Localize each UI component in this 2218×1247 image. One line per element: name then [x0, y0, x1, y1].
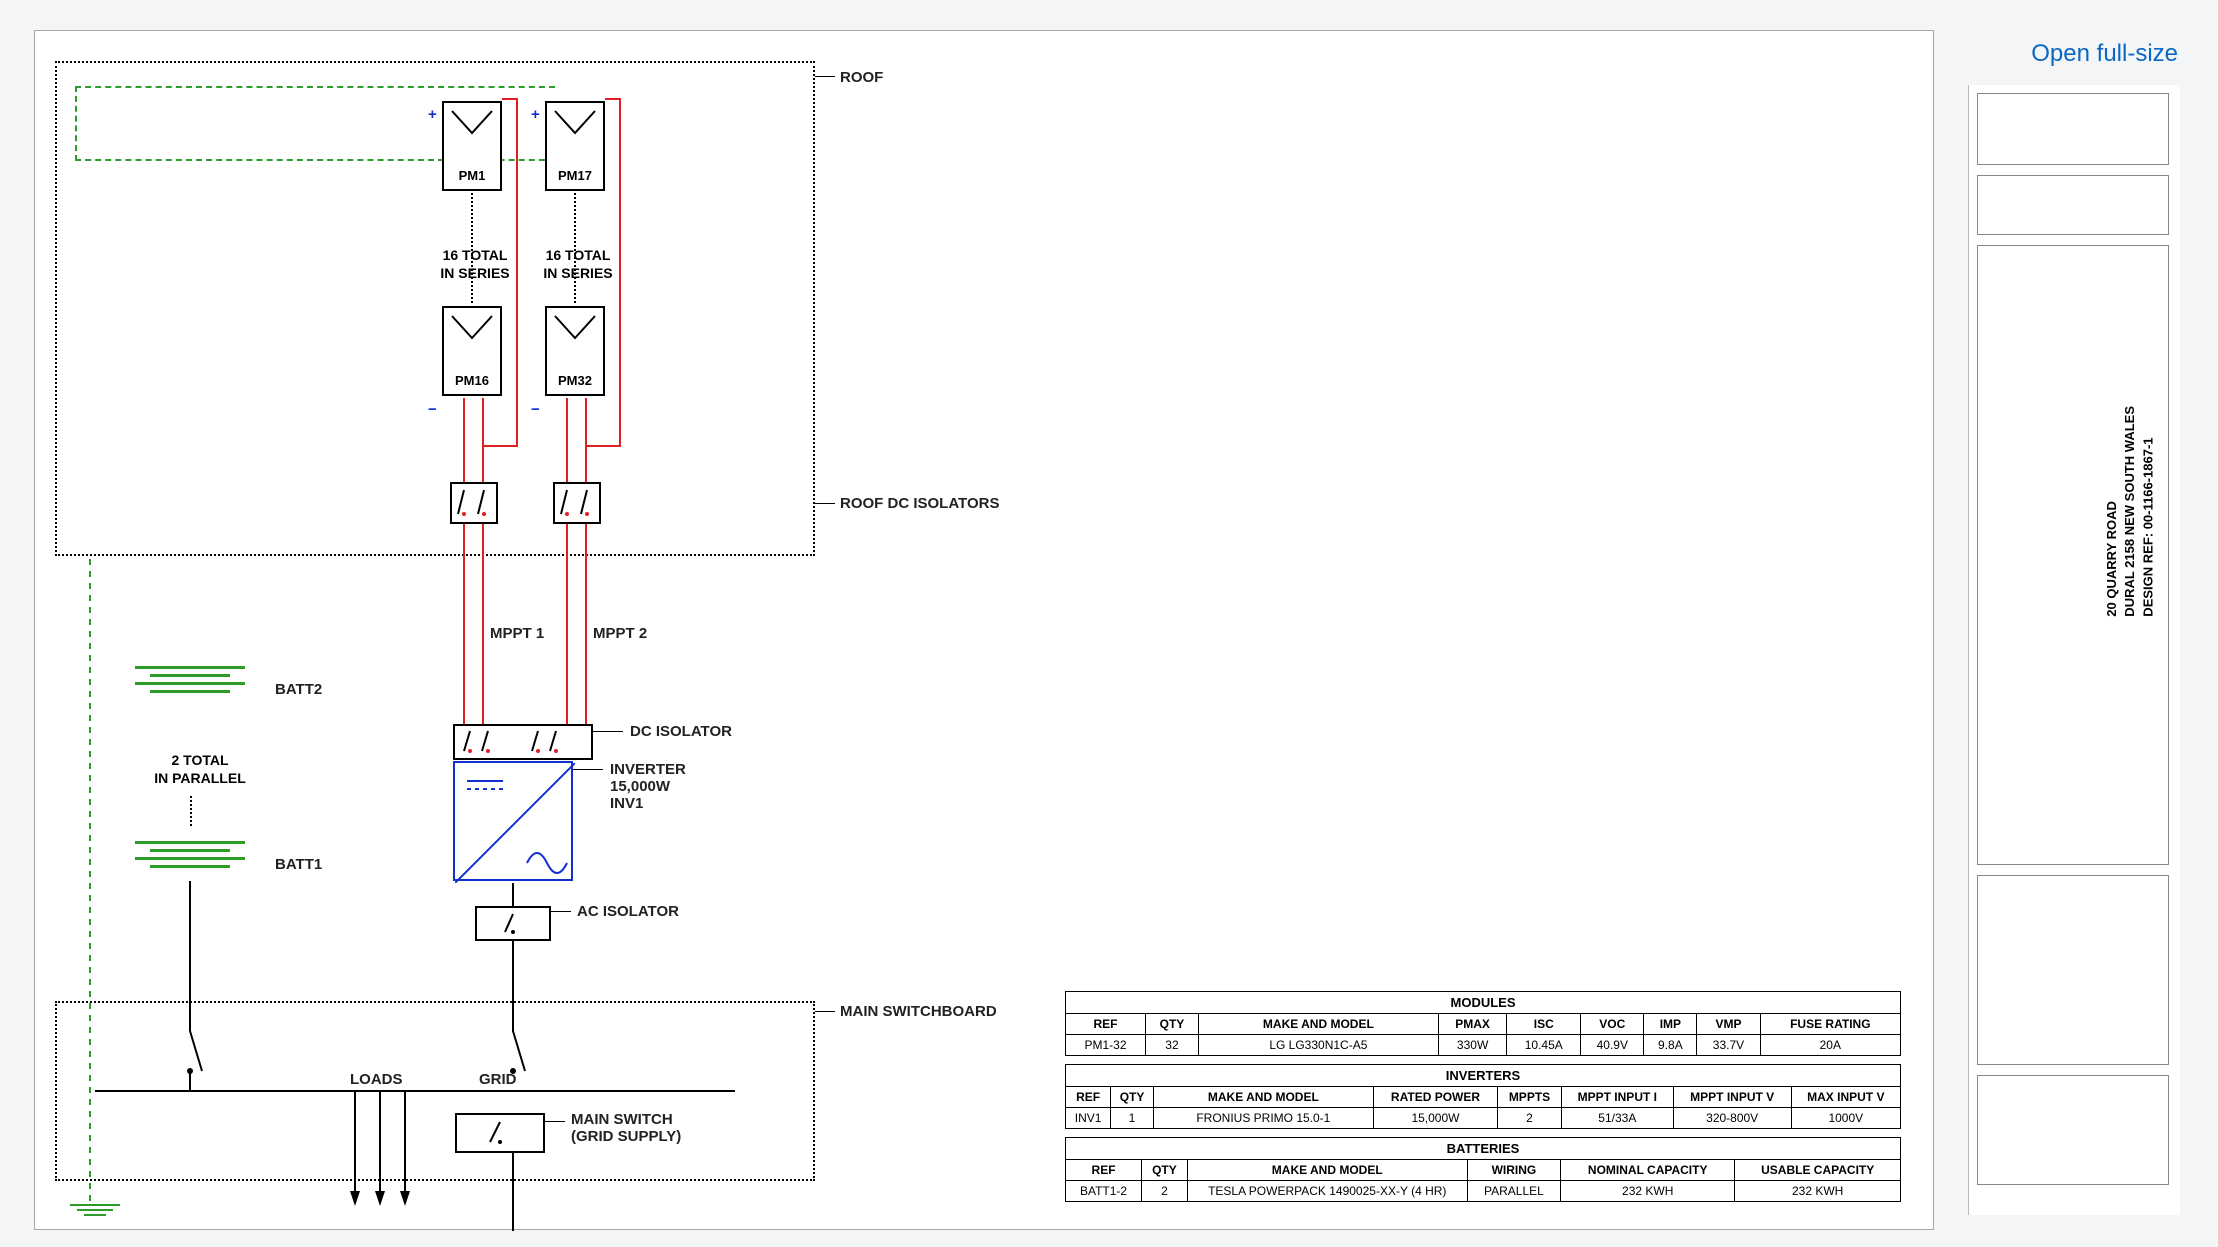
thumbnail-5[interactable]: [1977, 1075, 2169, 1185]
main-switch-sub: (GRID SUPPLY): [571, 1128, 681, 1145]
batt-dotted: [190, 796, 192, 826]
callout-line-7: [545, 1121, 565, 1122]
td: 33.7V: [1697, 1035, 1760, 1056]
loads-label: LOADS: [350, 1071, 403, 1088]
th: MAX INPUT V: [1791, 1087, 1900, 1108]
roof-label: ROOF: [840, 69, 883, 86]
main-switch: [455, 1113, 545, 1153]
th: VOC: [1581, 1014, 1644, 1035]
thumbnail-2[interactable]: [1977, 175, 2169, 235]
th: MAKE AND MODEL: [1153, 1087, 1373, 1108]
th: MPPT INPUT I: [1561, 1087, 1673, 1108]
battery-batt1-symbol: [135, 836, 255, 873]
td: 32: [1146, 1035, 1199, 1056]
table-modules: MODULES REF QTY MAKE AND MODEL PMAX ISC …: [1065, 991, 1901, 1056]
td: 10.45A: [1507, 1035, 1581, 1056]
th: REF: [1066, 1014, 1146, 1035]
th: WIRING: [1467, 1160, 1560, 1181]
table-row: BATT1-2 2 TESLA POWERPACK 1490025-XX-Y (…: [1066, 1181, 1901, 1202]
th: MAKE AND MODEL: [1198, 1014, 1438, 1035]
table-row: PM1-32 32 LG LG330N1C-A5 330W 10.45A 40.…: [1066, 1035, 1901, 1056]
th: PMAX: [1438, 1014, 1507, 1035]
main-switch-label-block: MAIN SWITCH (GRID SUPPLY): [571, 1111, 681, 1145]
td: 20A: [1760, 1035, 1900, 1056]
th: NOMINAL CAPACITY: [1561, 1160, 1735, 1181]
title-block: 20 QUARRY ROAD DURAL 2158 NEW SOUTH WALE…: [2103, 406, 2158, 617]
th: MPPTS: [1498, 1087, 1562, 1108]
td: INV1: [1066, 1108, 1111, 1129]
batt-parallel-text: 2 TOTAL IN PARALLEL: [130, 751, 270, 787]
main-switch-title: MAIN SWITCH: [571, 1111, 681, 1128]
thumbnail-3[interactable]: 20 QUARRY ROAD DURAL 2158 NEW SOUTH WALE…: [1977, 245, 2169, 865]
th: MAKE AND MODEL: [1187, 1160, 1467, 1181]
td: 232 KWH: [1561, 1181, 1735, 1202]
thumbnail-panel: 20 QUARRY ROAD DURAL 2158 NEW SOUTH WALE…: [1968, 85, 2180, 1215]
tb-line2: DURAL 2158 NEW SOUTH WALES: [2122, 406, 2140, 617]
batt-par-2: IN PARALLEL: [130, 769, 270, 787]
table-batteries: BATTERIES REF QTY MAKE AND MODEL WIRING …: [1065, 1137, 1901, 1202]
th: QTY: [1146, 1014, 1199, 1035]
thumbnail-4[interactable]: [1977, 875, 2169, 1065]
td: 330W: [1438, 1035, 1507, 1056]
td: 9.8A: [1644, 1035, 1697, 1056]
td: 40.9V: [1581, 1035, 1644, 1056]
td: 1000V: [1791, 1108, 1900, 1129]
table-inverters: INVERTERS REF QTY MAKE AND MODEL RATED P…: [1065, 1064, 1901, 1129]
td: FRONIUS PRIMO 15.0-1: [1153, 1108, 1373, 1129]
battery-batt2-symbol: [135, 661, 255, 698]
td: PM1-32: [1066, 1035, 1146, 1056]
td: PARALLEL: [1467, 1181, 1560, 1202]
inverters-title: INVERTERS: [1066, 1065, 1901, 1087]
th: USABLE CAPACITY: [1735, 1160, 1901, 1181]
batteries-title: BATTERIES: [1066, 1138, 1901, 1160]
drawing-page: ROOF PM1 + PM17 + 16 TOTAL IN SERIES 16 …: [34, 30, 1934, 1230]
th: REF: [1066, 1087, 1111, 1108]
th: ISC: [1507, 1014, 1581, 1035]
table-row: INV1 1 FRONIUS PRIMO 15.0-1 15,000W 2 51…: [1066, 1108, 1901, 1129]
ground-wire: [35, 31, 135, 1231]
thumbnail-1[interactable]: [1977, 93, 2169, 165]
th: QTY: [1111, 1087, 1154, 1108]
th: RATED POWER: [1373, 1087, 1497, 1108]
tables-block: MODULES REF QTY MAKE AND MODEL PMAX ISC …: [1065, 991, 1901, 1210]
td: TESLA POWERPACK 1490025-XX-Y (4 HR): [1187, 1181, 1467, 1202]
th: FUSE RATING: [1760, 1014, 1900, 1035]
td: BATT1-2: [1066, 1181, 1142, 1202]
batt2-label: BATT2: [275, 681, 322, 698]
td: 232 KWH: [1735, 1181, 1901, 1202]
modules-title: MODULES: [1066, 992, 1901, 1014]
td: 51/33A: [1561, 1108, 1673, 1129]
td: LG LG330N1C-A5: [1198, 1035, 1438, 1056]
th: MPPT INPUT V: [1673, 1087, 1791, 1108]
td: 320-800V: [1673, 1108, 1791, 1129]
tb-line3: DESIGN REF: 00-1166-1867-1: [2140, 406, 2158, 617]
td: 15,000W: [1373, 1108, 1497, 1129]
roof-dc-isolators-label: ROOF DC ISOLATORS: [840, 495, 999, 512]
th: QTY: [1142, 1160, 1188, 1181]
main-switchboard-label: MAIN SWITCHBOARD: [840, 1003, 997, 1020]
td: 2: [1498, 1108, 1562, 1129]
th: IMP: [1644, 1014, 1697, 1035]
th: REF: [1066, 1160, 1142, 1181]
tb-line1: 20 QUARRY ROAD: [2103, 406, 2121, 617]
td: 2: [1142, 1181, 1188, 1202]
switchboard-wires: [35, 31, 835, 1231]
open-fullsize-link[interactable]: Open full-size: [2031, 40, 2178, 68]
batt1-label: BATT1: [275, 856, 322, 873]
batt-par-1: 2 TOTAL: [130, 751, 270, 769]
th: VMP: [1697, 1014, 1760, 1035]
td: 1: [1111, 1108, 1154, 1129]
grid-label: GRID: [479, 1071, 517, 1088]
